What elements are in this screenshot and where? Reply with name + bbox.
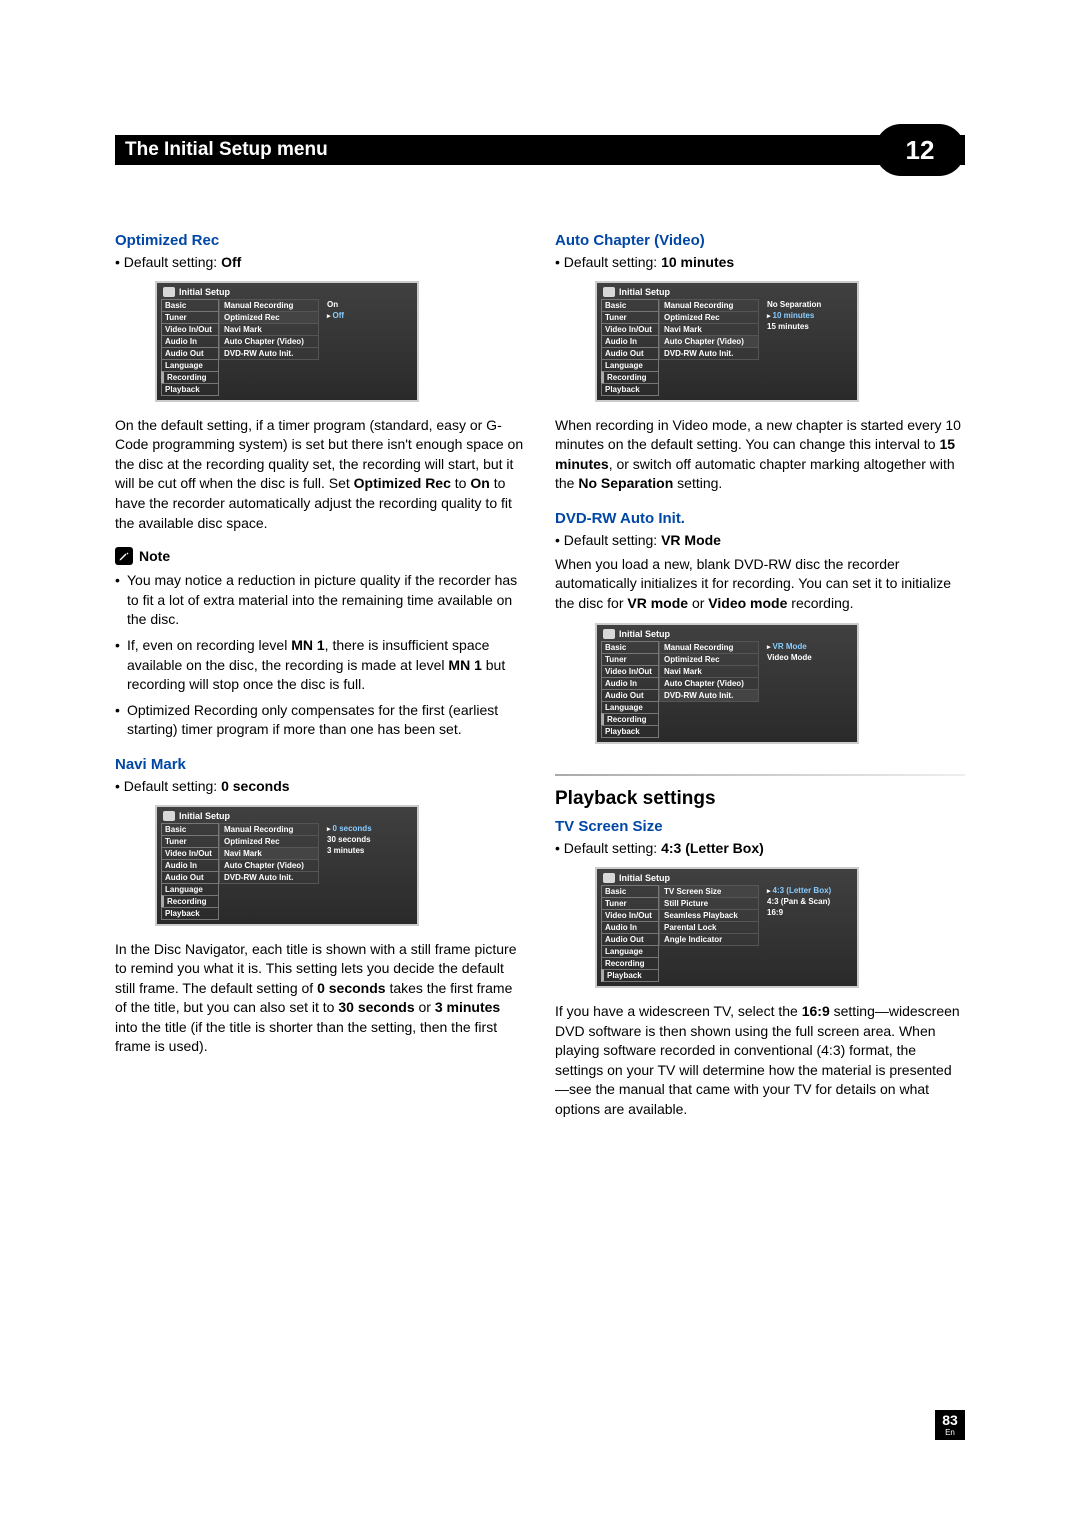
optimized-rec-heading: Optimized Rec	[115, 232, 525, 249]
note-list: You may notice a reduction in picture qu…	[115, 571, 525, 740]
panel-optimized-rec: Initial SetupBasicTunerVideo In/OutAudio…	[155, 281, 419, 402]
optimized-rec-body: On the default setting, if a timer progr…	[115, 416, 525, 534]
page-number: 83	[942, 1413, 958, 1427]
pencil-icon	[115, 547, 133, 565]
page-badge: 83 En	[935, 1410, 965, 1440]
tv-screen-body: If you have a widescreen TV, select the …	[555, 1002, 965, 1120]
dvdrw-body: When you load a new, blank DVD-RW disc t…	[555, 555, 965, 614]
tv-screen-heading: TV Screen Size	[555, 818, 965, 835]
note-row: Note	[115, 547, 525, 565]
dvdrw-heading: DVD-RW Auto Init.	[555, 510, 965, 527]
auto-chapter-heading: Auto Chapter (Video)	[555, 232, 965, 249]
section-divider	[555, 774, 965, 776]
page-lang: En	[945, 1429, 955, 1437]
dvdrw-default: • Default setting: VR Mode	[555, 531, 965, 551]
navi-mark-default: • Default setting: 0 seconds	[115, 777, 525, 797]
panel-dvdrw: Initial SetupBasicTunerVideo In/OutAudio…	[595, 623, 859, 744]
playback-settings-heading: Playback settings	[555, 788, 965, 810]
right-column: Auto Chapter (Video) • Default setting: …	[555, 232, 965, 1130]
navi-mark-heading: Navi Mark	[115, 756, 525, 773]
tv-screen-default: • Default setting: 4:3 (Letter Box)	[555, 839, 965, 859]
note-label: Note	[139, 548, 170, 564]
chapter-title: The Initial Setup menu	[125, 139, 328, 161]
note-2: If, even on recording level MN 1, there …	[115, 636, 525, 695]
note-3: Optimized Recording only compensates for…	[115, 701, 525, 740]
optimized-rec-default: • Default setting: Off	[115, 253, 525, 273]
chapter-bar: The Initial Setup menu	[115, 135, 965, 165]
panel-navi-mark: Initial SetupBasicTunerVideo In/OutAudio…	[155, 805, 419, 926]
left-column: Optimized Rec • Default setting: Off Ini…	[115, 232, 525, 1130]
auto-chapter-default: • Default setting: 10 minutes	[555, 253, 965, 273]
chapter-number: 12	[906, 135, 935, 166]
chapter-badge: 12	[875, 124, 965, 176]
auto-chapter-body: When recording in Video mode, a new chap…	[555, 416, 965, 494]
panel-auto-chapter: Initial SetupBasicTunerVideo In/OutAudio…	[595, 281, 859, 402]
navi-mark-body: In the Disc Navigator, each title is sho…	[115, 940, 525, 1058]
note-1: You may notice a reduction in picture qu…	[115, 571, 525, 630]
panel-tv-screen: Initial SetupBasicTunerVideo In/OutAudio…	[595, 867, 859, 988]
